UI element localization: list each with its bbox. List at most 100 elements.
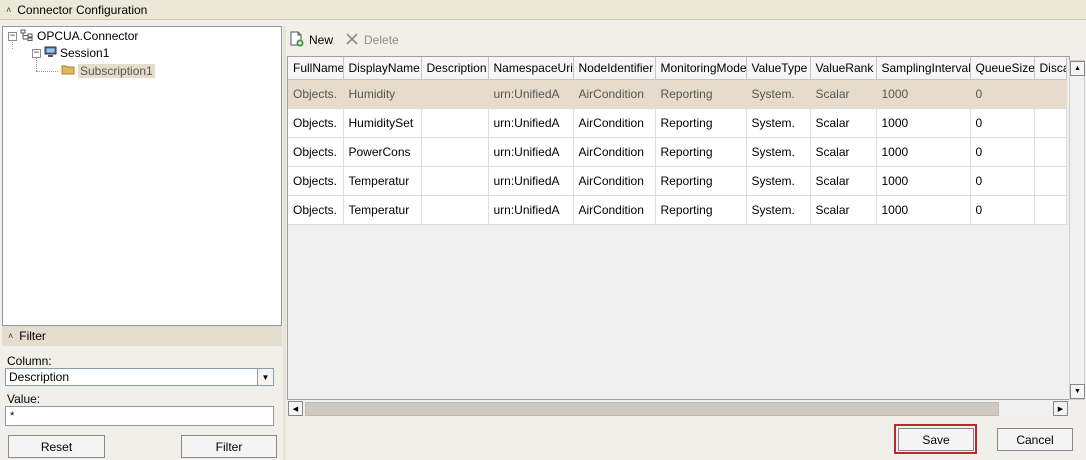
column-header[interactable]: Description xyxy=(421,57,489,80)
horizontal-scrollbar[interactable]: ◀ ▶ xyxy=(287,400,1070,417)
table-cell[interactable] xyxy=(421,195,489,225)
table-cell[interactable]: Scalar xyxy=(810,79,877,109)
column-header[interactable]: ValueRank xyxy=(810,57,877,80)
table-cell[interactable]: System. xyxy=(746,166,811,196)
collapse-toggle-icon[interactable]: − xyxy=(32,48,41,58)
node-grid[interactable]: FullName DisplayName Description NamespaceU… xyxy=(287,56,1070,400)
collapse-chevron-icon[interactable]: ˄ xyxy=(6,5,11,15)
table-cell[interactable] xyxy=(421,166,489,196)
table-cell[interactable] xyxy=(1034,195,1067,225)
table-row[interactable]: Objects. Temperatur urn:UnifiedA AirConditi… xyxy=(288,166,1067,196)
table-cell[interactable]: Temperatur xyxy=(343,195,422,225)
table-cell[interactable]: 1000 xyxy=(876,108,971,138)
tree-node-session[interactable]: − Session1 xyxy=(32,45,109,61)
table-cell[interactable]: urn:UnifiedA xyxy=(488,137,574,167)
table-cell[interactable]: System. xyxy=(746,79,811,109)
table-cell[interactable]: Objects. xyxy=(288,166,344,196)
table-cell[interactable]: Scalar xyxy=(810,137,877,167)
value-label: Value: xyxy=(7,392,41,406)
table-row[interactable]: Objects. HumiditySet urn:UnifiedA AirCondit… xyxy=(288,108,1067,138)
table-cell[interactable]: Reporting xyxy=(655,108,747,138)
scroll-down-icon[interactable]: ▼ xyxy=(1070,384,1085,399)
table-cell[interactable] xyxy=(1034,108,1067,138)
table-cell[interactable]: AirCondition xyxy=(573,195,656,225)
table-cell[interactable]: Scalar xyxy=(810,166,877,196)
tree-node-subscription[interactable]: Subscription1 xyxy=(61,63,155,79)
new-button[interactable]: New xyxy=(288,31,333,50)
panel-splitter[interactable] xyxy=(283,26,286,460)
connector-tree[interactable]: − OPCUA.Connector − Session1 Subscriptio… xyxy=(2,26,282,326)
table-cell[interactable]: 1000 xyxy=(876,195,971,225)
column-header[interactable]: NodeIdentifier xyxy=(573,57,656,80)
table-cell[interactable]: AirCondition xyxy=(573,137,656,167)
column-header[interactable]: DisplayName xyxy=(343,57,422,80)
table-cell[interactable]: urn:UnifiedA xyxy=(488,79,574,109)
column-header[interactable]: QueueSize xyxy=(970,57,1035,80)
filter-header[interactable]: ˄ Filter xyxy=(2,326,282,346)
table-cell[interactable]: AirCondition xyxy=(573,108,656,138)
table-cell[interactable]: Objects. xyxy=(288,79,344,109)
table-row[interactable]: Objects. Temperatur urn:UnifiedA AirConditi… xyxy=(288,195,1067,225)
table-cell[interactable]: 1000 xyxy=(876,137,971,167)
reset-button[interactable]: Reset xyxy=(8,435,105,458)
column-header[interactable]: ValueType xyxy=(746,57,811,80)
connector-configuration-header[interactable]: ˄ Connector Configuration xyxy=(0,0,1086,20)
table-cell[interactable]: urn:UnifiedA xyxy=(488,195,574,225)
table-cell[interactable]: 1000 xyxy=(876,166,971,196)
table-cell[interactable] xyxy=(1034,166,1067,196)
horizontal-scroll-thumb[interactable] xyxy=(305,402,999,416)
table-cell[interactable]: System. xyxy=(746,137,811,167)
table-cell[interactable]: Reporting xyxy=(655,195,747,225)
table-cell[interactable]: Temperatur xyxy=(343,166,422,196)
table-cell[interactable]: urn:UnifiedA xyxy=(488,108,574,138)
table-cell[interactable] xyxy=(421,108,489,138)
cancel-button[interactable]: Cancel xyxy=(997,428,1073,451)
column-header[interactable]: MonitoringMode xyxy=(655,57,747,80)
scroll-left-icon[interactable]: ◀ xyxy=(288,401,303,416)
filter-value-input[interactable] xyxy=(5,406,274,426)
column-header[interactable]: SamplingInterval xyxy=(876,57,971,80)
table-cell[interactable]: PowerCons xyxy=(343,137,422,167)
collapse-chevron-icon[interactable]: ˄ xyxy=(8,331,13,341)
column-header[interactable]: NamespaceUri xyxy=(488,57,574,80)
table-cell[interactable]: Reporting xyxy=(655,166,747,196)
table-cell[interactable]: Reporting xyxy=(655,137,747,167)
table-cell[interactable] xyxy=(421,79,489,109)
scroll-right-icon[interactable]: ▶ xyxy=(1053,401,1068,416)
table-cell[interactable]: HumiditySet xyxy=(343,108,422,138)
table-cell[interactable]: 0 xyxy=(970,108,1035,138)
table-cell[interactable]: 0 xyxy=(970,195,1035,225)
column-header[interactable]: FullName xyxy=(288,57,344,80)
save-button[interactable]: Save xyxy=(898,428,974,451)
table-cell[interactable] xyxy=(1034,137,1067,167)
tree-node-root[interactable]: − OPCUA.Connector xyxy=(8,28,138,44)
collapse-toggle-icon[interactable]: − xyxy=(8,31,17,41)
table-cell[interactable]: Objects. xyxy=(288,195,344,225)
dropdown-arrow-icon[interactable]: ▼ xyxy=(257,369,273,385)
table-cell[interactable] xyxy=(1034,79,1067,109)
table-row[interactable]: Objects. Humidity urn:UnifiedA AirCondition… xyxy=(288,79,1067,109)
scroll-up-icon[interactable]: ▲ xyxy=(1070,61,1085,76)
vertical-scrollbar[interactable]: ▲ ▼ xyxy=(1069,60,1085,400)
table-cell[interactable]: Objects. xyxy=(288,108,344,138)
filter-button[interactable]: Filter xyxy=(181,435,277,458)
table-cell[interactable]: 0 xyxy=(970,79,1035,109)
table-cell[interactable]: 0 xyxy=(970,137,1035,167)
table-cell[interactable]: AirCondition xyxy=(573,166,656,196)
delete-button[interactable]: Delete xyxy=(345,32,399,49)
table-cell[interactable]: Scalar xyxy=(810,108,877,138)
table-cell[interactable]: Scalar xyxy=(810,195,877,225)
table-cell[interactable]: Humidity xyxy=(343,79,422,109)
table-row[interactable]: Objects. PowerCons urn:UnifiedA AirConditio… xyxy=(288,137,1067,167)
table-cell[interactable]: System. xyxy=(746,195,811,225)
table-cell[interactable]: urn:UnifiedA xyxy=(488,166,574,196)
column-select[interactable]: Description ▼ xyxy=(5,368,274,386)
table-cell[interactable]: AirCondition xyxy=(573,79,656,109)
table-cell[interactable]: Reporting xyxy=(655,79,747,109)
table-cell[interactable]: System. xyxy=(746,108,811,138)
column-header[interactable]: Disca xyxy=(1034,57,1067,80)
table-cell[interactable]: 0 xyxy=(970,166,1035,196)
table-cell[interactable]: 1000 xyxy=(876,79,971,109)
table-cell[interactable]: Objects. xyxy=(288,137,344,167)
table-cell[interactable] xyxy=(421,137,489,167)
